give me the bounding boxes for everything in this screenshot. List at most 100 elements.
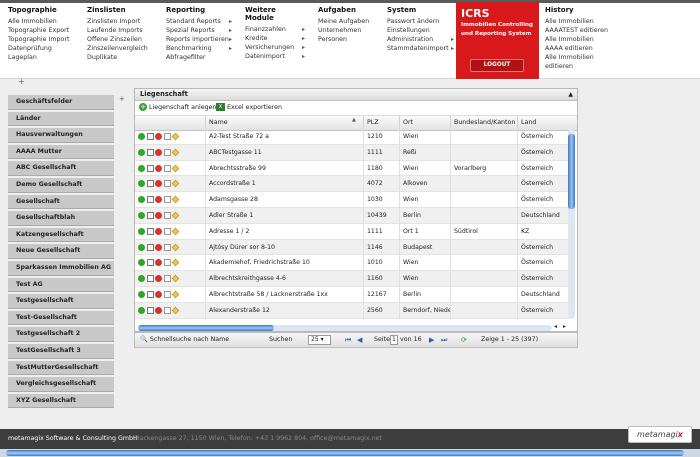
menu-item[interactable]: Datenimport ▸ [245,52,305,61]
edit-icon[interactable] [146,211,154,219]
copy-icon[interactable] [163,196,171,204]
table-row[interactable]: Abrechtsstraße 99 1180 Wien Vorarlberg Öster… [135,160,569,177]
horizontal-scrollbar[interactable] [138,325,552,331]
delete-icon[interactable] [155,133,162,140]
sidebar-item[interactable]: Demo Gesellschaft [8,177,114,193]
delete-icon[interactable] [155,227,162,235]
table-row[interactable]: Accordstraße 1 4072 Alkoven Österreich [135,176,569,193]
menu-item[interactable]: Datenprüfung [8,44,76,53]
plus-icon[interactable]: + [18,77,25,86]
menu-item[interactable]: Duplikate [87,53,157,62]
table-row[interactable]: Akademiehof, Friedrichstraße 10 1010 Wien Ö… [135,255,569,272]
menu-item[interactable]: Kredite ▸ [245,34,305,43]
add-liegenschaft-button[interactable]: + Liegenschaft anlegen [139,103,217,113]
column-plz[interactable]: PLZ [363,116,399,130]
menu-item[interactable]: editieren [545,62,615,71]
menu-item[interactable]: Alle Immobilien [545,35,615,44]
menu-title[interactable]: Weitere Module [245,6,305,22]
column-ort[interactable]: Ort [399,116,450,130]
copy-icon[interactable] [163,133,171,140]
tag-icon[interactable] [171,211,180,220]
delete-icon[interactable] [155,290,162,298]
scroll-left-icon[interactable]: ◂ [554,323,557,330]
sidebar-item[interactable]: ABC Gesellschaft [8,161,114,176]
menu-item[interactable]: Offene Zinszeilen [87,35,157,44]
scroll-thumb[interactable] [568,134,575,209]
select-icon[interactable] [138,148,145,156]
table-row[interactable]: Ajtósy Dürer sor 8-10 1146 Budapest Österre… [135,239,569,256]
excel-export-button[interactable]: X Excel exportieren [216,103,282,113]
page-size-select[interactable]: 25 ▾ [308,335,331,345]
table-row[interactable]: Adamsgasse 28 1030 Wien Österreich [135,192,569,208]
menu-item[interactable]: Alle Immobilien [8,17,76,26]
delete-icon[interactable] [155,211,162,219]
menu-title[interactable]: History [545,6,615,14]
select-icon[interactable] [138,275,145,283]
edit-icon[interactable] [146,306,154,314]
delete-icon[interactable] [155,180,162,188]
table-row[interactable]: Alexanderstraße 122560Berndorf, Niederö Ö… [135,302,569,319]
sidebar-add-icon[interactable]: + [119,95,125,103]
select-icon[interactable] [138,196,145,204]
delete-icon[interactable] [155,164,162,172]
menu-item[interactable]: Personen [318,35,378,44]
select-icon[interactable] [138,133,145,140]
select-icon[interactable] [138,227,145,235]
table-row[interactable]: A2-Test Straße 72 a 1210 Wien Österreich [135,129,569,145]
sidebar-item[interactable]: Test AG [8,277,114,293]
delete-icon[interactable] [155,196,162,204]
edit-icon[interactable] [146,259,154,267]
menu-item[interactable]: Laufende Imports [87,26,157,35]
menu-item[interactable]: AAAATEST editieren [545,26,615,35]
prev-page-icon[interactable]: ◀ [357,335,362,345]
tag-icon[interactable] [171,274,180,283]
menu-item[interactable]: Passwort ändern [387,17,454,26]
sidebar-item[interactable]: Testgesellschaft [8,294,114,309]
next-page-icon[interactable]: ▶ [429,335,434,345]
page-horizontal-scrollbar[interactable] [0,449,700,457]
menu-item[interactable]: Einstellungen [387,26,454,35]
menu-item[interactable]: Meine Aufgaben [318,17,378,26]
edit-icon[interactable] [146,148,154,156]
tag-icon[interactable] [171,132,180,141]
delete-icon[interactable] [155,259,162,267]
menu-item[interactable]: Alle Immobilien [545,17,615,26]
copy-icon[interactable] [163,306,171,314]
quick-search[interactable]: 🔍 Schnellsuche nach Name [140,335,229,345]
delete-icon[interactable] [155,306,162,314]
sidebar-item[interactable]: Sparkassen Immobilien AG [8,260,114,276]
column-name[interactable]: Name ▲ [205,116,363,130]
select-icon[interactable] [138,180,145,188]
menu-item[interactable]: Reports importieren ▸ [166,35,232,44]
page-input[interactable]: 1 [390,335,398,345]
table-row[interactable]: Albrechtstraße 58 / Lacknerstraße 1xx 121… [135,286,569,303]
sidebar-item-hausverwaltungen[interactable]: Hausverwaltungen [8,128,114,143]
menu-item[interactable]: Benchmarking ▸ [166,44,232,53]
sidebar-item[interactable]: Vergleichsgesellschaft [8,377,114,392]
refresh-icon[interactable]: ⟳ [461,335,467,345]
sidebar-item[interactable]: Testgesellschaft 2 [8,327,114,342]
menu-item[interactable]: Topographie Import [8,35,76,44]
edit-icon[interactable] [146,164,154,172]
tag-icon[interactable] [171,164,180,172]
delete-icon[interactable] [155,243,162,251]
sidebar-item[interactable]: TestGesellschaft 3 [8,343,114,359]
copy-icon[interactable] [163,211,171,219]
edit-icon[interactable] [146,290,154,298]
sidebar-item-geschaeftsfelder[interactable]: Geschäftsfelder [8,95,114,110]
column-land[interactable]: Land [517,116,569,130]
select-icon[interactable] [138,211,145,219]
menu-item[interactable]: Topographie Export [8,26,76,35]
menu-item[interactable]: Administration ▸ [387,35,454,44]
menu-item[interactable]: Abfragefilter [166,53,232,62]
copy-icon[interactable] [163,164,171,172]
vertical-scrollbar[interactable] [568,129,575,319]
sidebar-item[interactable]: TestMutterGesellschaft [8,360,114,376]
table-row[interactable]: Albrechtskreithgasse 4-6 1160 Wien Österrei… [135,271,569,287]
menu-item[interactable]: Spezial Reports ▸ [166,26,232,35]
menu-title[interactable]: Zinslisten [87,6,157,14]
select-icon[interactable] [138,164,145,172]
tag-icon[interactable] [171,243,180,251]
select-icon[interactable] [138,290,145,298]
collapse-icon[interactable]: ▲ [568,89,573,100]
